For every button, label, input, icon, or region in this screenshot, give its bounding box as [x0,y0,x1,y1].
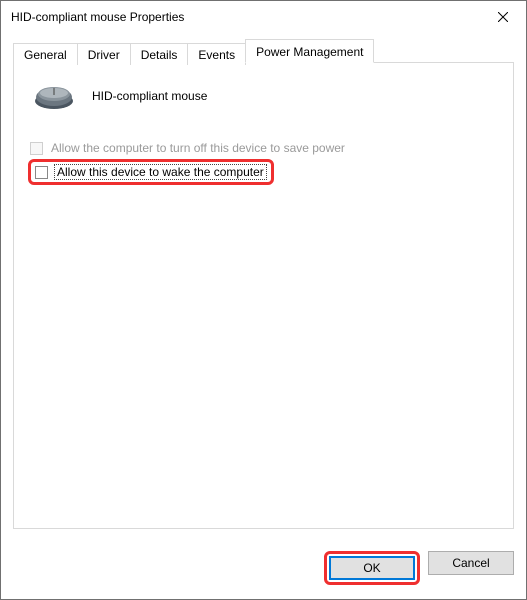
checkbox-allow-turn-off [30,142,43,155]
close-icon [498,12,508,22]
tab-events[interactable]: Events [187,43,246,65]
tab-general[interactable]: General [13,43,78,65]
content-area: General Driver Details Events Power Mana… [1,33,526,541]
tab-label: General [24,48,67,62]
label-allow-turn-off: Allow the computer to turn off this devi… [49,141,347,155]
tab-label: Details [141,48,178,62]
checkbox-allow-wake[interactable] [35,166,48,179]
tab-details[interactable]: Details [130,43,189,65]
option-allow-turn-off: Allow the computer to turn off this devi… [30,141,499,155]
tab-label: Power Management [256,45,363,59]
ok-button[interactable]: OK [329,556,415,580]
highlight-allow-wake: Allow this device to wake the computer [28,159,274,185]
window-title: HID-compliant mouse Properties [11,10,480,24]
device-name: HID-compliant mouse [92,89,207,103]
close-button[interactable] [480,1,526,33]
mouse-icon [32,81,76,111]
tab-panel-power-management: HID-compliant mouse Allow the computer t… [13,62,514,529]
cancel-button[interactable]: Cancel [428,551,514,575]
dialog-buttons: OK Cancel [1,541,526,599]
tab-driver[interactable]: Driver [77,43,131,65]
device-header: HID-compliant mouse [32,81,499,111]
titlebar: HID-compliant mouse Properties [1,1,526,33]
tabstrip: General Driver Details Events Power Mana… [13,39,514,63]
tab-power-management[interactable]: Power Management [245,39,374,63]
button-label: Cancel [452,556,489,570]
properties-dialog: HID-compliant mouse Properties General D… [0,0,527,600]
label-allow-wake: Allow this device to wake the computer [54,164,267,180]
highlight-ok: OK [324,551,420,585]
tab-label: Driver [88,48,120,62]
tab-label: Events [198,48,235,62]
button-label: OK [363,561,380,575]
